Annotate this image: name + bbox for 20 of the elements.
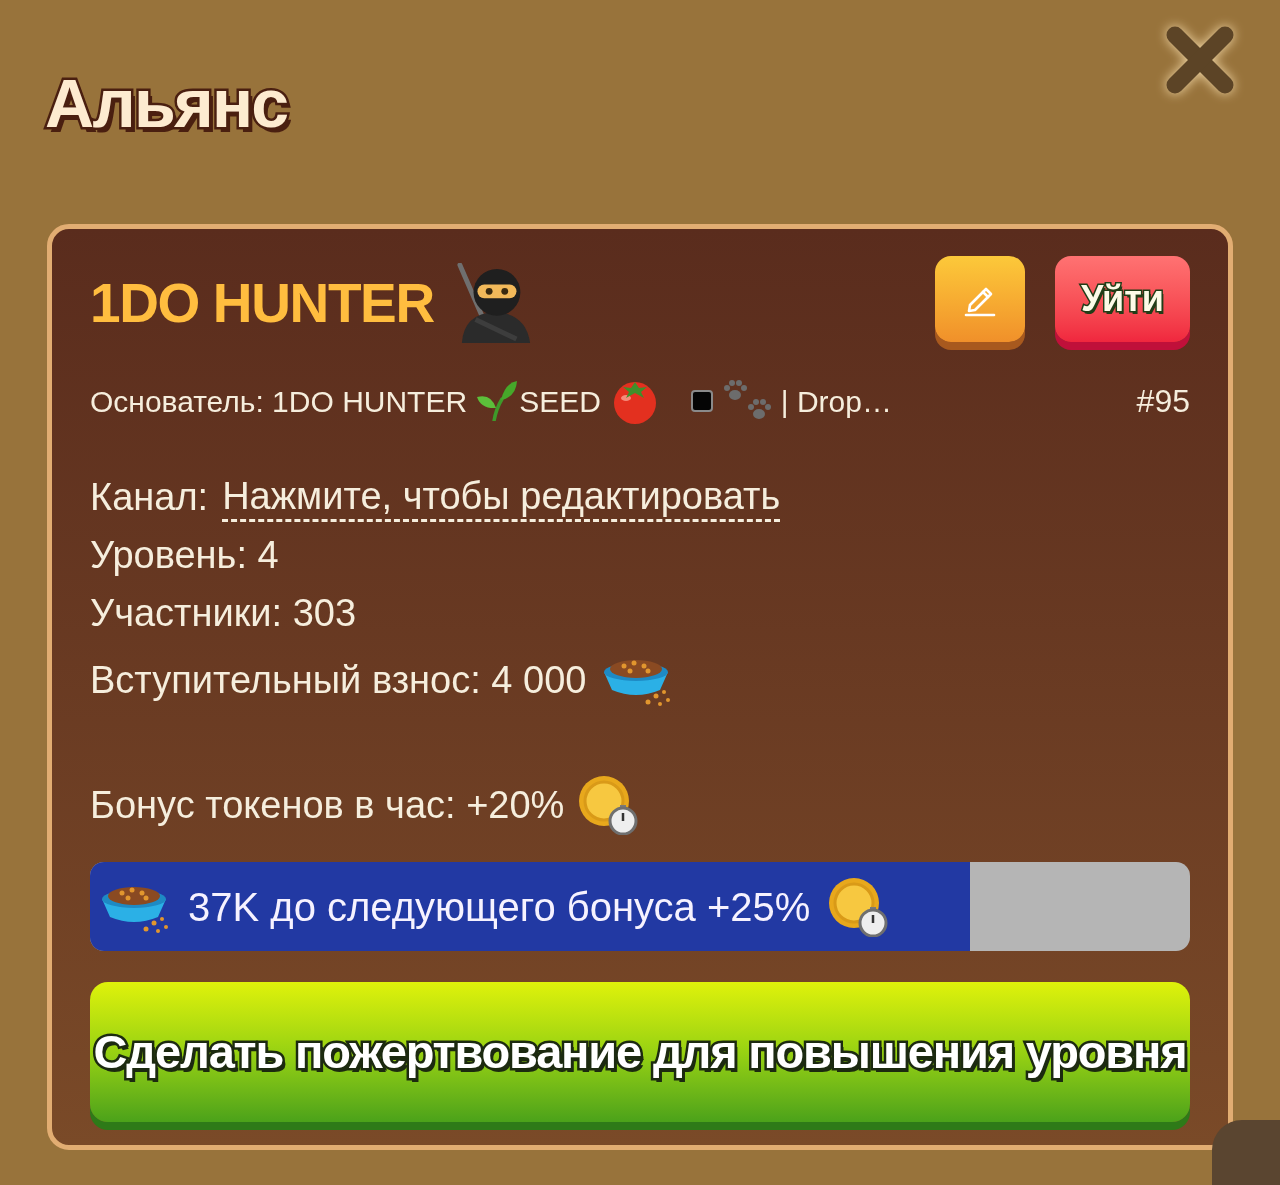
channel-link[interactable]: Нажмите, чтобы редактировать bbox=[222, 472, 781, 522]
progress-text: 37K до следующего бонуса +25% bbox=[188, 883, 811, 931]
alliance-rank: #95 bbox=[1136, 382, 1190, 421]
stat-text: Уровень: 4 bbox=[90, 532, 279, 578]
channel-label: Канал: bbox=[90, 474, 209, 520]
page-title: Альянс bbox=[45, 64, 288, 143]
seedling-icon bbox=[477, 381, 518, 421]
close-icon bbox=[1165, 25, 1235, 95]
close-button[interactable] bbox=[1165, 25, 1235, 95]
paw-prints-icon bbox=[722, 380, 771, 422]
coin-stopwatch-icon bbox=[828, 876, 889, 937]
square-icon bbox=[690, 390, 713, 412]
alliance-name: 1DO HUNTER bbox=[90, 272, 434, 334]
founder-text: Основатель: 1DO HUNTER bbox=[90, 383, 468, 420]
stat-text: Вступительный взнос: 4 000 bbox=[90, 657, 587, 703]
founder-suffix: | Drop… bbox=[780, 383, 892, 420]
coin-stopwatch-icon bbox=[578, 775, 639, 835]
founder-tag: SEED bbox=[519, 378, 601, 424]
stat-text: Участники: 303 bbox=[90, 590, 357, 636]
bonus-text: Бонус токенов в час: +20% bbox=[90, 782, 565, 828]
